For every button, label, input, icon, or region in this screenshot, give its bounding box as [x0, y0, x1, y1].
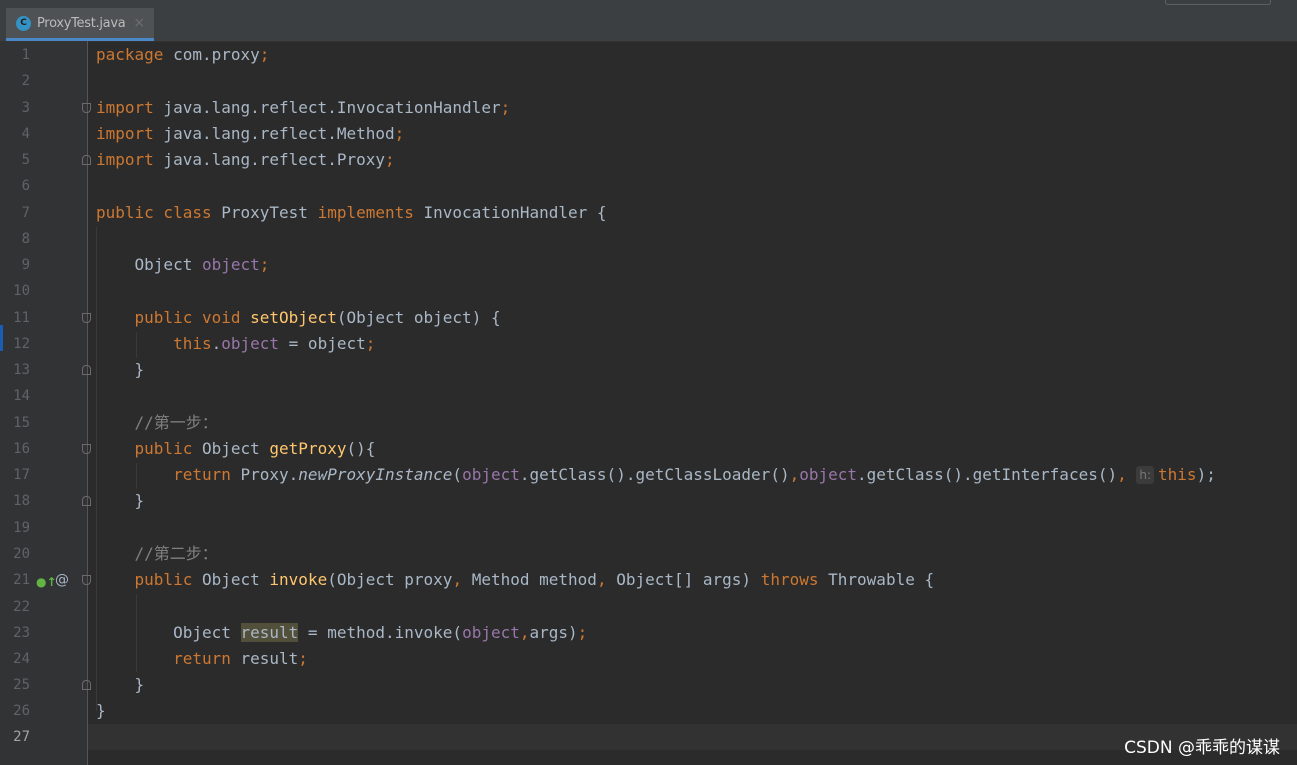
fold-method-end-icon[interactable]: [82, 365, 91, 375]
tab-proxytest-java[interactable]: C ProxyTest.java ×: [6, 8, 154, 41]
line-number[interactable]: 5: [0, 147, 30, 173]
ide-window: C ProxyTest.java × 1 2 3 4 5 6 7 8 9 10 11 12 13 14 15…: [0, 0, 1297, 765]
fold-method-end-icon[interactable]: [82, 680, 91, 690]
line-number[interactable]: 27: [0, 724, 30, 750]
code-line-15[interactable]: //第一步：: [96, 410, 218, 436]
code-line-9[interactable]: Object object;: [96, 252, 270, 278]
line-number[interactable]: 9: [0, 252, 30, 278]
line-number[interactable]: 2: [0, 68, 30, 94]
line-number[interactable]: 8: [0, 226, 30, 252]
code-line-4[interactable]: import java.lang.reflect.Method;: [96, 121, 404, 147]
editor-tab-bar: C ProxyTest.java ×: [0, 0, 1297, 42]
code-line-5[interactable]: import java.lang.reflect.Proxy;: [96, 147, 395, 173]
line-number[interactable]: 22: [0, 594, 30, 620]
code-line-13[interactable]: }: [96, 357, 145, 383]
code-line-16[interactable]: public Object getProxy(){: [96, 436, 376, 462]
fold-method-start-icon[interactable]: [82, 575, 91, 585]
fold-imports-end-icon[interactable]: [82, 155, 91, 165]
line-number[interactable]: 6: [0, 173, 30, 199]
code-line-25[interactable]: }: [96, 672, 145, 698]
line-number[interactable]: 14: [0, 383, 30, 409]
line-number[interactable]: 15: [0, 410, 30, 436]
current-line-highlight: [88, 724, 1297, 750]
code-line-1[interactable]: package com.proxy;: [96, 42, 269, 68]
code-line-12[interactable]: this.object = object;: [96, 331, 375, 357]
line-number[interactable]: 12: [0, 331, 30, 357]
line-number[interactable]: 10: [0, 278, 30, 304]
toolbar-widget[interactable]: [1165, 0, 1271, 5]
fold-imports-start-icon[interactable]: [82, 103, 91, 113]
code-line-11[interactable]: public void setObject(Object object) {: [96, 305, 501, 331]
line-number[interactable]: 19: [0, 515, 30, 541]
line-number[interactable]: 21: [0, 567, 30, 593]
fold-method-start-icon[interactable]: [82, 313, 91, 323]
code-line-21[interactable]: public Object invoke(Object proxy, Metho…: [96, 567, 935, 593]
code-line-26[interactable]: }: [96, 698, 106, 724]
line-number[interactable]: 13: [0, 357, 30, 383]
code-line-23[interactable]: Object result = method.invoke(object,arg…: [96, 620, 587, 646]
line-number[interactable]: 26: [0, 698, 30, 724]
code-line-20[interactable]: //第二步：: [96, 541, 218, 567]
code-line-17[interactable]: return Proxy.newProxyInstance(object.get…: [96, 462, 1216, 488]
highlighted-variable: result: [240, 623, 299, 642]
line-number[interactable]: 16: [0, 436, 30, 462]
close-icon[interactable]: ×: [133, 15, 145, 31]
line-number[interactable]: 11: [0, 305, 30, 331]
line-number[interactable]: 17: [0, 462, 30, 488]
line-number[interactable]: 24: [0, 646, 30, 672]
line-number[interactable]: 18: [0, 488, 30, 514]
code-line-7[interactable]: public class ProxyTest implements Invoca…: [96, 200, 607, 226]
line-number[interactable]: 4: [0, 121, 30, 147]
line-number[interactable]: 23: [0, 620, 30, 646]
line-number[interactable]: 25: [0, 672, 30, 698]
java-class-icon: C: [16, 15, 31, 31]
code-line-18[interactable]: }: [96, 488, 145, 514]
fold-method-end-icon[interactable]: [82, 496, 91, 506]
line-number[interactable]: 20: [0, 541, 30, 567]
implements-method-icon[interactable]: ●↑: [36, 569, 57, 595]
tab-label: ProxyTest.java: [37, 15, 126, 31]
csdn-watermark: CSDN @乖乖的谋谋: [1124, 738, 1280, 758]
line-number[interactable]: 3: [0, 95, 30, 121]
code-line-3[interactable]: import java.lang.reflect.InvocationHandl…: [96, 95, 510, 121]
parameter-hint: h:: [1136, 466, 1155, 484]
code-line-24[interactable]: return result;: [96, 646, 308, 672]
annotation-icon[interactable]: @: [55, 567, 69, 593]
line-number[interactable]: 1: [0, 42, 30, 68]
line-number[interactable]: 7: [0, 200, 30, 226]
fold-method-start-icon[interactable]: [82, 444, 91, 454]
